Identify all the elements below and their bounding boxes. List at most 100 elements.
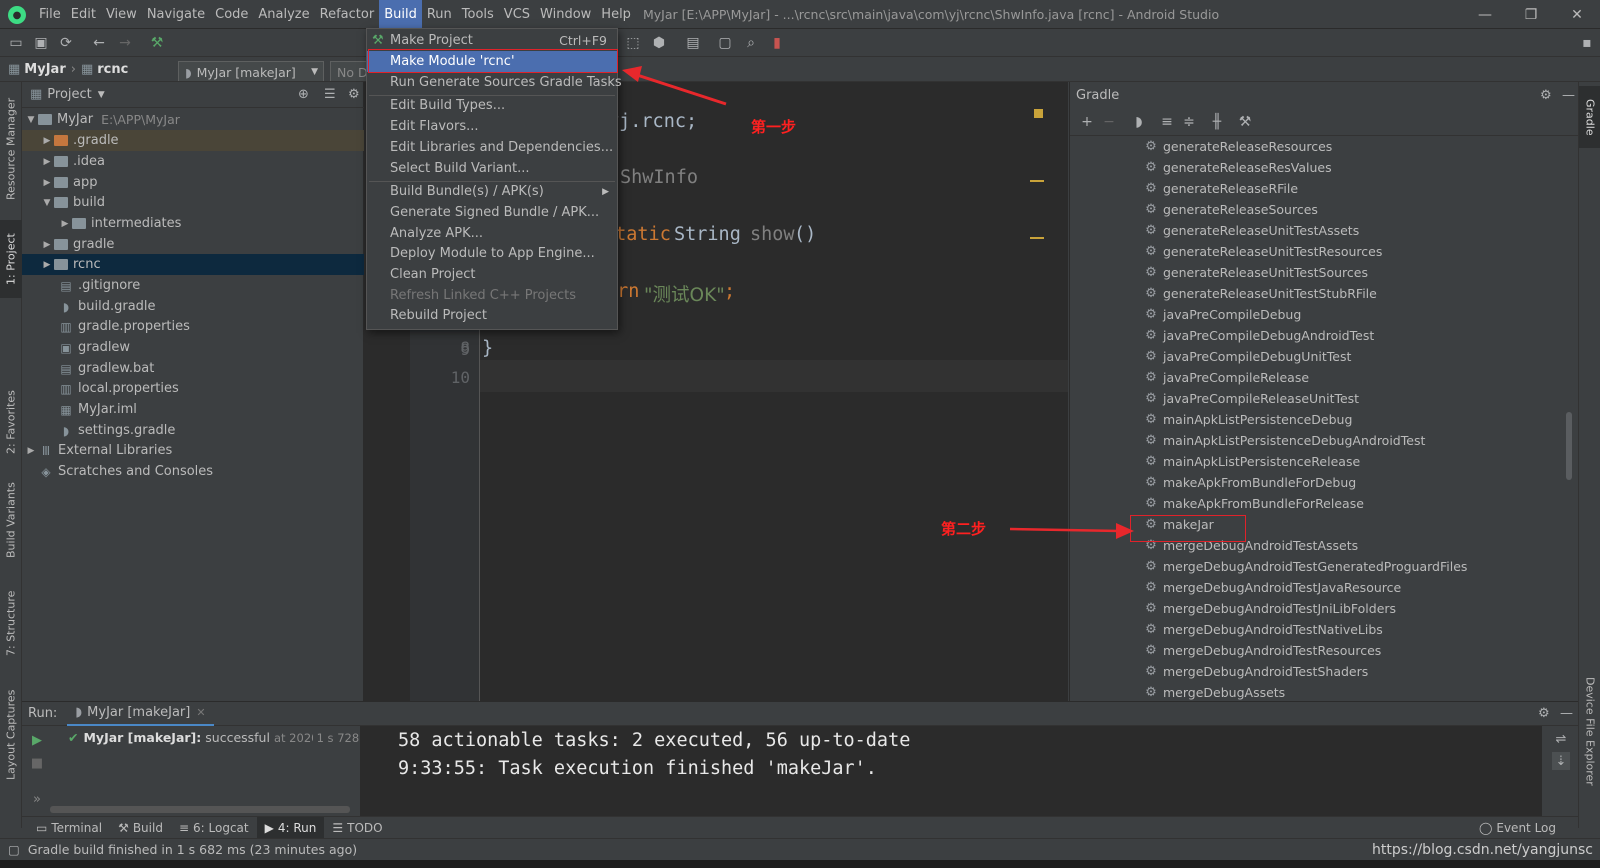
tool-tab-terminal[interactable]: ▭ Terminal xyxy=(28,817,110,839)
gradle-task-item[interactable]: ⚙ mergeDebugAndroidTestJavaResource xyxy=(1144,577,1401,598)
breadcrumb-project[interactable]: MyJar xyxy=(24,62,65,77)
avd-manager-icon[interactable]: ▮ xyxy=(766,32,788,54)
tool-tab-resource-manager[interactable]: Resource Manager xyxy=(0,90,22,208)
tree-item-local-properties[interactable]: ▥ local.properties xyxy=(22,378,364,399)
tool-tab-project[interactable]: 1: Project xyxy=(0,220,22,298)
open-folder-icon[interactable]: ▭ xyxy=(5,32,27,54)
tool-tab-layout-captures[interactable]: Layout Captures xyxy=(0,680,22,790)
forward-icon[interactable]: → xyxy=(114,32,136,54)
tool-tab-run[interactable]: ▶ 4: Run xyxy=(256,816,325,839)
save-icon[interactable]: ▣ xyxy=(30,32,52,54)
search-icon[interactable]: ⌕ xyxy=(740,32,762,54)
menu-item-build-bundles[interactable]: Build Bundle(s) / APK(s) ▶ xyxy=(367,181,617,202)
more-icon[interactable]: » xyxy=(28,790,46,808)
menu-edit[interactable]: Edit xyxy=(66,0,101,29)
tree-item-myjar[interactable]: ▼ MyJar E:\APP\MyJar xyxy=(22,109,364,130)
account-icon[interactable]: ▪ xyxy=(1576,32,1598,54)
tool-tab-event-log[interactable]: ◯ Event Log xyxy=(1471,817,1564,839)
menu-code[interactable]: Code xyxy=(210,0,253,29)
run-tab[interactable]: ◗ MyJar [makeJar] ✕ xyxy=(67,702,214,726)
tool-tab-structure[interactable]: 7: Structure xyxy=(0,582,22,664)
tree-item-gitignore[interactable]: ▤ .gitignore xyxy=(22,275,364,296)
rerun-icon[interactable]: ▶ xyxy=(28,731,46,749)
menu-item-edit-libraries[interactable]: Edit Libraries and Dependencies... xyxy=(367,137,617,158)
menu-vcs[interactable]: VCS xyxy=(499,0,535,29)
gradle-task-item[interactable]: ⚙ generateReleaseResources xyxy=(1144,136,1332,157)
tree-item-build[interactable]: ▼ build xyxy=(22,192,364,213)
run-console[interactable]: 58 actionable tasks: 2 executed, 56 up-t… xyxy=(360,726,1542,817)
gradle-task-item[interactable]: ⚙ generateReleaseResValues xyxy=(1144,157,1331,178)
settings-icon[interactable]: ⚙ xyxy=(1540,88,1552,103)
gradle-task-item[interactable]: ⚙ mainApkListPersistenceDebug xyxy=(1144,409,1352,430)
menu-refactor[interactable]: Refactor xyxy=(315,0,380,29)
tree-item-settings-gradle[interactable]: ◗ settings.gradle xyxy=(22,420,364,441)
tree-item-gradle[interactable]: ▶ gradle xyxy=(22,234,364,255)
tree-item-myjar-iml[interactable]: ▦ MyJar.iml xyxy=(22,399,364,420)
locate-icon[interactable]: ⊕ xyxy=(298,87,309,102)
tool-tab-logcat[interactable]: ≡ 6: Logcat xyxy=(171,817,257,839)
menu-item-clean-project[interactable]: Clean Project xyxy=(367,264,617,285)
gradle-task-item[interactable]: ⚙ mergeDebugAndroidTestNativeLibs xyxy=(1144,619,1383,640)
menu-analyze[interactable]: Analyze xyxy=(253,0,314,29)
gradle-task-item[interactable]: ⚙ mergeDebugAssets xyxy=(1144,682,1285,703)
gradle-task-item[interactable]: ⚙ mainApkListPersistenceDebugAndroidTest xyxy=(1144,430,1425,451)
tool-tab-build[interactable]: ⚒ Build xyxy=(110,817,171,839)
restore-button[interactable]: ❐ xyxy=(1508,0,1554,29)
menu-window[interactable]: Window xyxy=(535,0,596,29)
warning-marker[interactable] xyxy=(1030,237,1044,239)
menu-help[interactable]: Help xyxy=(596,0,636,29)
menu-item-deploy-module[interactable]: Deploy Module to App Engine... xyxy=(367,243,617,264)
gradle-task-item[interactable]: ⚙ makeApkFromBundleForDebug xyxy=(1144,472,1356,493)
hammer-icon[interactable]: ⚒ xyxy=(146,32,168,54)
menu-item-rebuild-project[interactable]: Rebuild Project xyxy=(367,305,617,326)
menu-item-edit-build-types[interactable]: Edit Build Types... xyxy=(367,95,617,116)
gradle-elephant-icon[interactable]: ◗ xyxy=(1128,111,1150,133)
profile-icon[interactable]: ⬚ xyxy=(622,32,644,54)
inspection-warning-icon[interactable] xyxy=(1034,109,1043,118)
gradle-task-item[interactable]: ⚙ generateReleaseUnitTestSources xyxy=(1144,262,1368,283)
close-button[interactable]: ✕ xyxy=(1554,0,1600,29)
gradle-task-item[interactable]: ⚙ javaPreCompileRelease xyxy=(1144,367,1309,388)
gradle-task-item[interactable]: ⚙ javaPreCompileDebug xyxy=(1144,304,1301,325)
minimize-button[interactable]: — xyxy=(1462,0,1508,29)
breadcrumb-module[interactable]: rcnc xyxy=(97,62,128,77)
scrollbar-thumb[interactable] xyxy=(1566,412,1572,480)
tool-tab-device-file-explorer[interactable]: Device File Explorer xyxy=(1579,668,1600,794)
sdk-manager-icon[interactable]: ▢ xyxy=(714,32,736,54)
hide-panel-icon[interactable]: — xyxy=(1560,706,1573,721)
tool-tab-favorites[interactable]: 2: Favorites xyxy=(0,382,22,462)
menu-item-analyze-apk[interactable]: Analyze APK... xyxy=(367,223,617,244)
menu-build[interactable]: Build xyxy=(379,0,422,29)
tree-item-scratches[interactable]: ◈ Scratches and Consoles xyxy=(22,461,364,482)
collapse-all-icon[interactable]: ☰ xyxy=(324,87,336,102)
tool-tab-todo[interactable]: ☰ TODO xyxy=(324,817,390,839)
gradle-task-item[interactable]: ⚙ mergeDebugAndroidTestShaders xyxy=(1144,661,1368,682)
horizontal-scrollbar[interactable] xyxy=(50,806,350,813)
project-structure-icon[interactable]: ▤ xyxy=(682,32,704,54)
tree-item-gradlew[interactable]: ▣ gradlew xyxy=(22,337,364,358)
settings-icon[interactable]: ⚙ xyxy=(348,87,360,102)
scroll-to-end-icon[interactable]: ⇣ xyxy=(1552,752,1570,770)
tree-item-rcnc[interactable]: ▶ rcnc xyxy=(22,254,364,275)
toggle-offline-icon[interactable]: ╫ xyxy=(1206,111,1228,133)
menu-view[interactable]: View xyxy=(101,0,142,29)
gradle-task-item[interactable]: ⚙ mergeDebugAndroidTestResources xyxy=(1144,640,1381,661)
run-tree-item[interactable]: ✔ MyJar [makeJar]: successful at 2020 1 … xyxy=(68,730,380,745)
tree-item-dot-gradle[interactable]: ▶ .gradle xyxy=(22,130,364,151)
tree-item-gradle-properties[interactable]: ▥ gradle.properties xyxy=(22,316,364,337)
gradle-task-item[interactable]: ⚙ generateReleaseSources xyxy=(1144,199,1318,220)
wrench-icon[interactable]: ⚒ xyxy=(1234,111,1256,133)
warning-marker[interactable] xyxy=(1030,180,1044,182)
menu-item-make-project[interactable]: ⚒ Make Project Ctrl+F9 xyxy=(367,30,617,51)
menu-item-generate-signed[interactable]: Generate Signed Bundle / APK... xyxy=(367,202,617,223)
gradle-task-item[interactable]: ⚙ javaPreCompileDebugAndroidTest xyxy=(1144,325,1374,346)
gradle-task-item[interactable]: ⚙ mergeDebugAndroidTestJniLibFolders xyxy=(1144,598,1396,619)
settings-icon[interactable]: ⚙ xyxy=(1538,706,1550,721)
gradle-task-item[interactable]: ⚙ generateReleaseUnitTestStubRFile xyxy=(1144,283,1377,304)
attach-debugger-icon[interactable]: ⬢ xyxy=(648,32,670,54)
gradle-task-item[interactable]: ⚙ javaPreCompileReleaseUnitTest xyxy=(1144,388,1359,409)
sync-icon[interactable]: ⟳ xyxy=(55,32,77,54)
project-view-select[interactable]: Project xyxy=(47,87,91,102)
gradle-task-item[interactable]: ⚙ mergeDebugAndroidTestGeneratedProguardF… xyxy=(1144,556,1467,577)
status-message[interactable]: Gradle build finished in 1 s 682 ms (23 … xyxy=(28,842,357,857)
